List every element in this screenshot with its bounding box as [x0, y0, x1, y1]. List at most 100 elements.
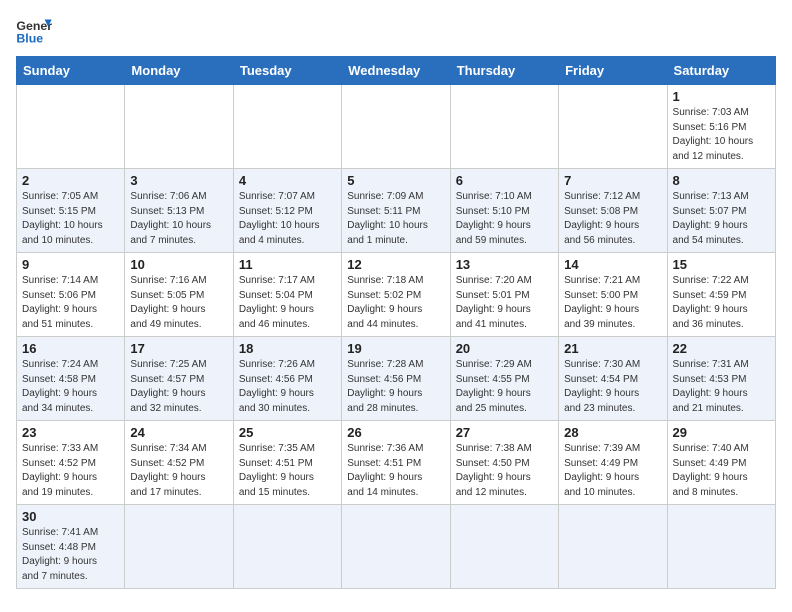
- day-info: Sunrise: 7:26 AM Sunset: 4:56 PM Dayligh…: [239, 358, 336, 416]
- day-of-week-header: Monday: [125, 57, 233, 85]
- day-number: 11: [239, 257, 336, 272]
- calendar-cell: [559, 505, 667, 589]
- day-info: Sunrise: 7:41 AM Sunset: 4:48 PM Dayligh…: [22, 526, 119, 584]
- day-number: 16: [22, 341, 119, 356]
- calendar-cell: 22Sunrise: 7:31 AM Sunset: 4:53 PM Dayli…: [667, 337, 775, 421]
- day-info: Sunrise: 7:34 AM Sunset: 4:52 PM Dayligh…: [130, 442, 227, 500]
- calendar-cell: [342, 85, 450, 169]
- logo: General Blue: [16, 16, 52, 46]
- calendar-cell: 28Sunrise: 7:39 AM Sunset: 4:49 PM Dayli…: [559, 421, 667, 505]
- day-number: 12: [347, 257, 444, 272]
- day-number: 2: [22, 173, 119, 188]
- day-of-week-header: Thursday: [450, 57, 558, 85]
- calendar-week-row: 30 Sunrise: 7:41 AM Sunset: 4:48 PM Dayli…: [17, 505, 776, 589]
- calendar-week-row: 16Sunrise: 7:24 AM Sunset: 4:58 PM Dayli…: [17, 337, 776, 421]
- day-number: 28: [564, 425, 661, 440]
- day-of-week-header: Tuesday: [233, 57, 341, 85]
- day-number: 17: [130, 341, 227, 356]
- calendar-cell: 30 Sunrise: 7:41 AM Sunset: 4:48 PM Dayli…: [17, 505, 125, 589]
- calendar-cell: [450, 85, 558, 169]
- day-info: Sunrise: 7:09 AM Sunset: 5:11 PM Dayligh…: [347, 190, 444, 248]
- calendar-cell: 3 Sunrise: 7:06 AM Sunset: 5:13 PM Daylig…: [125, 169, 233, 253]
- day-number: 6: [456, 173, 553, 188]
- day-number: 22: [673, 341, 770, 356]
- calendar-cell: [125, 85, 233, 169]
- day-info: Sunrise: 7:14 AM Sunset: 5:06 PM Dayligh…: [22, 274, 119, 332]
- calendar-cell: 25Sunrise: 7:35 AM Sunset: 4:51 PM Dayli…: [233, 421, 341, 505]
- day-info: Sunrise: 7:30 AM Sunset: 4:54 PM Dayligh…: [564, 358, 661, 416]
- calendar-cell: [17, 85, 125, 169]
- calendar-week-row: 9 Sunrise: 7:14 AM Sunset: 5:06 PM Daylig…: [17, 253, 776, 337]
- day-info: Sunrise: 7:25 AM Sunset: 4:57 PM Dayligh…: [130, 358, 227, 416]
- calendar-cell: 19Sunrise: 7:28 AM Sunset: 4:56 PM Dayli…: [342, 337, 450, 421]
- calendar-table: SundayMondayTuesdayWednesdayThursdayFrid…: [16, 56, 776, 589]
- svg-text:Blue: Blue: [16, 31, 43, 45]
- calendar-cell: 12 Sunrise: 7:18 AM Sunset: 5:02 PM Dayli…: [342, 253, 450, 337]
- day-number: 1: [673, 89, 770, 104]
- day-number: 19: [347, 341, 444, 356]
- day-number: 10: [130, 257, 227, 272]
- day-of-week-header: Wednesday: [342, 57, 450, 85]
- day-number: 24: [130, 425, 227, 440]
- day-number: 3: [130, 173, 227, 188]
- calendar-cell: 18 Sunrise: 7:26 AM Sunset: 4:56 PM Dayli…: [233, 337, 341, 421]
- day-info: Sunrise: 7:21 AM Sunset: 5:00 PM Dayligh…: [564, 274, 661, 332]
- day-number: 26: [347, 425, 444, 440]
- calendar-cell: [125, 505, 233, 589]
- calendar-cell: [233, 505, 341, 589]
- calendar-header-row: SundayMondayTuesdayWednesdayThursdayFrid…: [17, 57, 776, 85]
- calendar-week-row: 23 Sunrise: 7:33 AM Sunset: 4:52 PM Dayli…: [17, 421, 776, 505]
- calendar-cell: 26 Sunrise: 7:36 AM Sunset: 4:51 PM Dayli…: [342, 421, 450, 505]
- day-number: 29: [673, 425, 770, 440]
- day-info: Sunrise: 7:36 AM Sunset: 4:51 PM Dayligh…: [347, 442, 444, 500]
- calendar-cell: [450, 505, 558, 589]
- day-info: Sunrise: 7:10 AM Sunset: 5:10 PM Dayligh…: [456, 190, 553, 248]
- logo-icon: General Blue: [16, 16, 52, 46]
- calendar-cell: [342, 505, 450, 589]
- calendar-cell: 8 Sunrise: 7:13 AM Sunset: 5:07 PM Daylig…: [667, 169, 775, 253]
- day-info: Sunrise: 7:12 AM Sunset: 5:08 PM Dayligh…: [564, 190, 661, 248]
- calendar-week-row: 1 Sunrise: 7:03 AM Sunset: 5:16 PM Daylig…: [17, 85, 776, 169]
- calendar-cell: 17 Sunrise: 7:25 AM Sunset: 4:57 PM Dayli…: [125, 337, 233, 421]
- day-info: Sunrise: 7:38 AM Sunset: 4:50 PM Dayligh…: [456, 442, 553, 500]
- day-number: 7: [564, 173, 661, 188]
- calendar-cell: 29 Sunrise: 7:40 AM Sunset: 4:49 PM Dayli…: [667, 421, 775, 505]
- page-header: General Blue: [16, 16, 776, 46]
- calendar-cell: 16Sunrise: 7:24 AM Sunset: 4:58 PM Dayli…: [17, 337, 125, 421]
- calendar-cell: 2 Sunrise: 7:05 AM Sunset: 5:15 PM Daylig…: [17, 169, 125, 253]
- day-info: Sunrise: 7:33 AM Sunset: 4:52 PM Dayligh…: [22, 442, 119, 500]
- day-number: 14: [564, 257, 661, 272]
- calendar-cell: 21 Sunrise: 7:30 AM Sunset: 4:54 PM Dayli…: [559, 337, 667, 421]
- calendar-cell: 6 Sunrise: 7:10 AM Sunset: 5:10 PM Daylig…: [450, 169, 558, 253]
- calendar-cell: 20Sunrise: 7:29 AM Sunset: 4:55 PM Dayli…: [450, 337, 558, 421]
- calendar-cell: 10 Sunrise: 7:16 AM Sunset: 5:05 PM Dayli…: [125, 253, 233, 337]
- calendar-cell: 24 Sunrise: 7:34 AM Sunset: 4:52 PM Dayli…: [125, 421, 233, 505]
- calendar-cell: 11 Sunrise: 7:17 AM Sunset: 5:04 PM Dayli…: [233, 253, 341, 337]
- day-number: 9: [22, 257, 119, 272]
- day-number: 5: [347, 173, 444, 188]
- calendar-cell: 23 Sunrise: 7:33 AM Sunset: 4:52 PM Dayli…: [17, 421, 125, 505]
- day-number: 18: [239, 341, 336, 356]
- calendar-cell: 4 Sunrise: 7:07 AM Sunset: 5:12 PM Daylig…: [233, 169, 341, 253]
- day-info: Sunrise: 7:05 AM Sunset: 5:15 PM Dayligh…: [22, 190, 119, 248]
- day-number: 30: [22, 509, 119, 524]
- day-number: 4: [239, 173, 336, 188]
- day-number: 21: [564, 341, 661, 356]
- calendar-cell: 7 Sunrise: 7:12 AM Sunset: 5:08 PM Daylig…: [559, 169, 667, 253]
- day-info: Sunrise: 7:03 AM Sunset: 5:16 PM Dayligh…: [673, 106, 770, 164]
- day-of-week-header: Friday: [559, 57, 667, 85]
- calendar-cell: [233, 85, 341, 169]
- day-number: 8: [673, 173, 770, 188]
- day-info: Sunrise: 7:06 AM Sunset: 5:13 PM Dayligh…: [130, 190, 227, 248]
- day-info: Sunrise: 7:40 AM Sunset: 4:49 PM Dayligh…: [673, 442, 770, 500]
- day-info: Sunrise: 7:17 AM Sunset: 5:04 PM Dayligh…: [239, 274, 336, 332]
- day-number: 13: [456, 257, 553, 272]
- day-info: Sunrise: 7:16 AM Sunset: 5:05 PM Dayligh…: [130, 274, 227, 332]
- day-info: Sunrise: 7:18 AM Sunset: 5:02 PM Dayligh…: [347, 274, 444, 332]
- day-info: Sunrise: 7:07 AM Sunset: 5:12 PM Dayligh…: [239, 190, 336, 248]
- calendar-cell: [559, 85, 667, 169]
- calendar-cell: 27Sunrise: 7:38 AM Sunset: 4:50 PM Dayli…: [450, 421, 558, 505]
- day-number: 23: [22, 425, 119, 440]
- calendar-cell: 13Sunrise: 7:20 AM Sunset: 5:01 PM Dayli…: [450, 253, 558, 337]
- day-info: Sunrise: 7:13 AM Sunset: 5:07 PM Dayligh…: [673, 190, 770, 248]
